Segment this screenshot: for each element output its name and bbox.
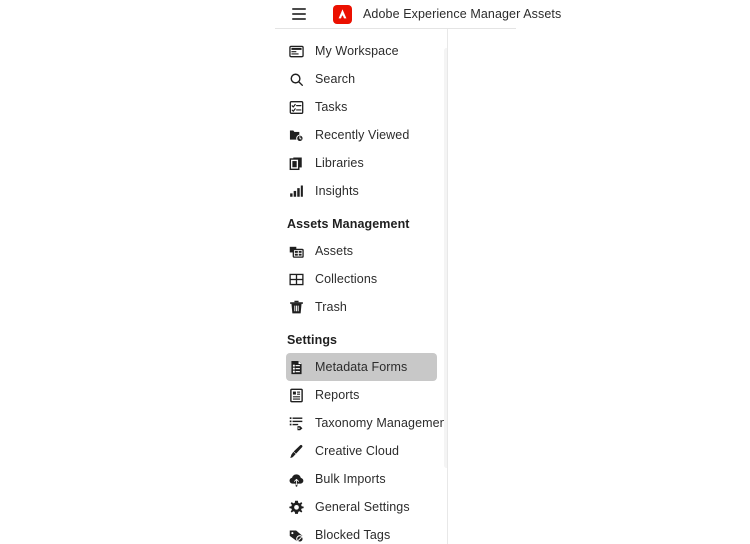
sidebar-nav: My Workspace Search Tasks Recently Viewe…: [275, 29, 448, 544]
blocked-tag-icon: [287, 526, 305, 544]
search-icon: [287, 70, 305, 88]
sidebar-item-general-settings[interactable]: General Settings: [286, 493, 437, 521]
brand[interactable]: Adobe Experience Manager Assets: [333, 4, 562, 24]
sidebar-item-label: Blocked Tags: [315, 528, 391, 542]
sidebar-item-label: Creative Cloud: [315, 444, 400, 458]
sidebar-item-label: Search: [315, 72, 356, 86]
sidebar-item-label: Assets: [315, 244, 354, 258]
app-title: Adobe Experience Manager Assets: [363, 7, 562, 21]
sidebar-item-reports[interactable]: Reports: [286, 381, 437, 409]
recently-viewed-icon: [287, 126, 305, 144]
sidebar-item-blocked-tags[interactable]: Blocked Tags: [286, 521, 437, 544]
sidebar-item-tasks[interactable]: Tasks: [286, 93, 437, 121]
hamburger-bar: [292, 13, 306, 15]
nav-section-title-assets-management: Assets Management: [287, 217, 410, 231]
collections-icon: [287, 270, 305, 288]
sidebar-item-insights[interactable]: Insights: [286, 177, 437, 205]
taxonomy-icon: [287, 414, 305, 432]
hamburger-bar: [292, 8, 306, 10]
metadata-forms-icon: [287, 358, 305, 376]
sidebar-item-label: Collections: [315, 272, 378, 286]
tasks-icon: [287, 98, 305, 116]
libraries-icon: [287, 154, 305, 172]
sidebar-item-label: Bulk Imports: [315, 472, 386, 486]
gear-icon: [287, 498, 305, 516]
sidebar-item-creative-cloud[interactable]: Creative Cloud: [286, 437, 437, 465]
brush-icon: [287, 442, 305, 460]
sidebar-item-label: My Workspace: [315, 44, 399, 58]
app-header: Adobe Experience Manager Assets: [275, 0, 561, 29]
sidebar-item-label: General Settings: [315, 500, 410, 514]
sidebar-item-libraries[interactable]: Libraries: [286, 149, 437, 177]
nav-group-primary: My Workspace Search Tasks Recently Viewe…: [275, 37, 448, 205]
hamburger-bar: [292, 18, 306, 20]
nav-group-assets-management: Assets Management Assets Collections Tra…: [275, 211, 448, 321]
sidebar-item-label: Reports: [315, 388, 360, 402]
application-window: Adobe Experience Manager Assets My Works: [275, 0, 561, 544]
sidebar-item-label: Tasks: [315, 100, 348, 114]
sidebar-item-bulk-imports[interactable]: Bulk Imports: [286, 465, 437, 493]
nav-group-settings: Settings Metadata Forms Reports Taxonomy…: [275, 327, 448, 544]
workspace-icon: [287, 42, 305, 60]
sidebar-item-search[interactable]: Search: [286, 65, 437, 93]
adobe-logo-icon: [333, 4, 352, 24]
reports-icon: [287, 386, 305, 404]
hamburger-icon[interactable]: [286, 1, 312, 27]
assets-icon: [287, 242, 305, 260]
trash-icon: [287, 298, 305, 316]
sidebar-item-taxonomy-management[interactable]: Taxonomy Management: [286, 409, 448, 437]
sidebar-item-assets[interactable]: Assets: [286, 237, 437, 265]
sidebar-item-label: Insights: [315, 184, 359, 198]
sidebar-item-my-workspace[interactable]: My Workspace: [286, 37, 437, 65]
content-area: [448, 29, 516, 544]
sidebar-item-recently-viewed[interactable]: Recently Viewed: [286, 121, 437, 149]
sidebar-scroll-content: My Workspace Search Tasks Recently Viewe…: [275, 29, 448, 544]
sidebar-item-trash[interactable]: Trash: [286, 293, 437, 321]
nav-section-title-settings: Settings: [287, 333, 338, 347]
sidebar-item-metadata-forms[interactable]: Metadata Forms: [286, 353, 437, 381]
sidebar-item-collections[interactable]: Collections: [286, 265, 437, 293]
sidebar-item-label: Metadata Forms: [315, 360, 408, 374]
sidebar-item-label: Libraries: [315, 156, 364, 170]
insights-icon: [287, 182, 305, 200]
sidebar-item-label: Recently Viewed: [315, 128, 410, 142]
cloud-upload-icon: [287, 470, 305, 488]
sidebar-item-label: Taxonomy Management: [315, 416, 448, 430]
sidebar-item-label: Trash: [315, 300, 347, 314]
